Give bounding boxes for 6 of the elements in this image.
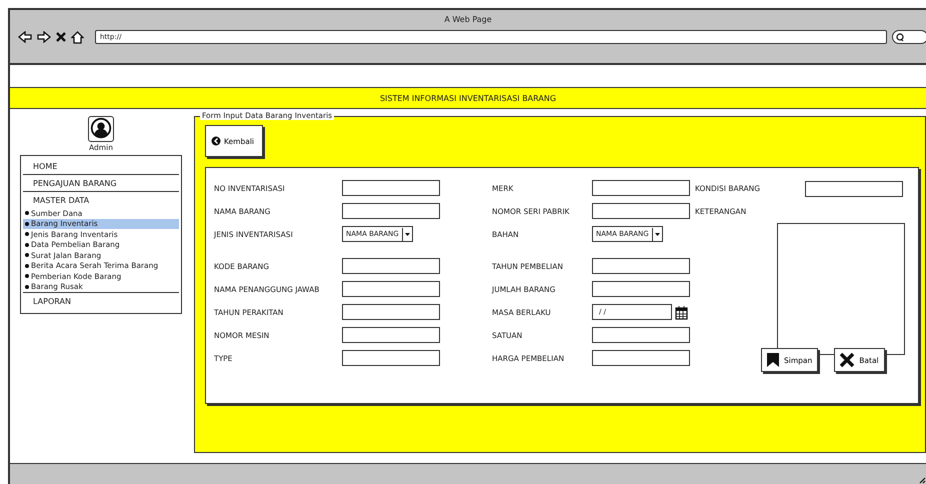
menu-item[interactable]: LAPORAN [23,292,179,309]
window-title: A Web Page [444,15,492,24]
menu-item[interactable]: MASTER DATA [23,191,179,208]
menu-item[interactable]: HOME [23,158,179,174]
menu-item[interactable]: PENGAJUAN BARANG [23,174,179,191]
page-title: SISTEM INFORMASI INVENTARISASI BARANG [380,94,556,102]
